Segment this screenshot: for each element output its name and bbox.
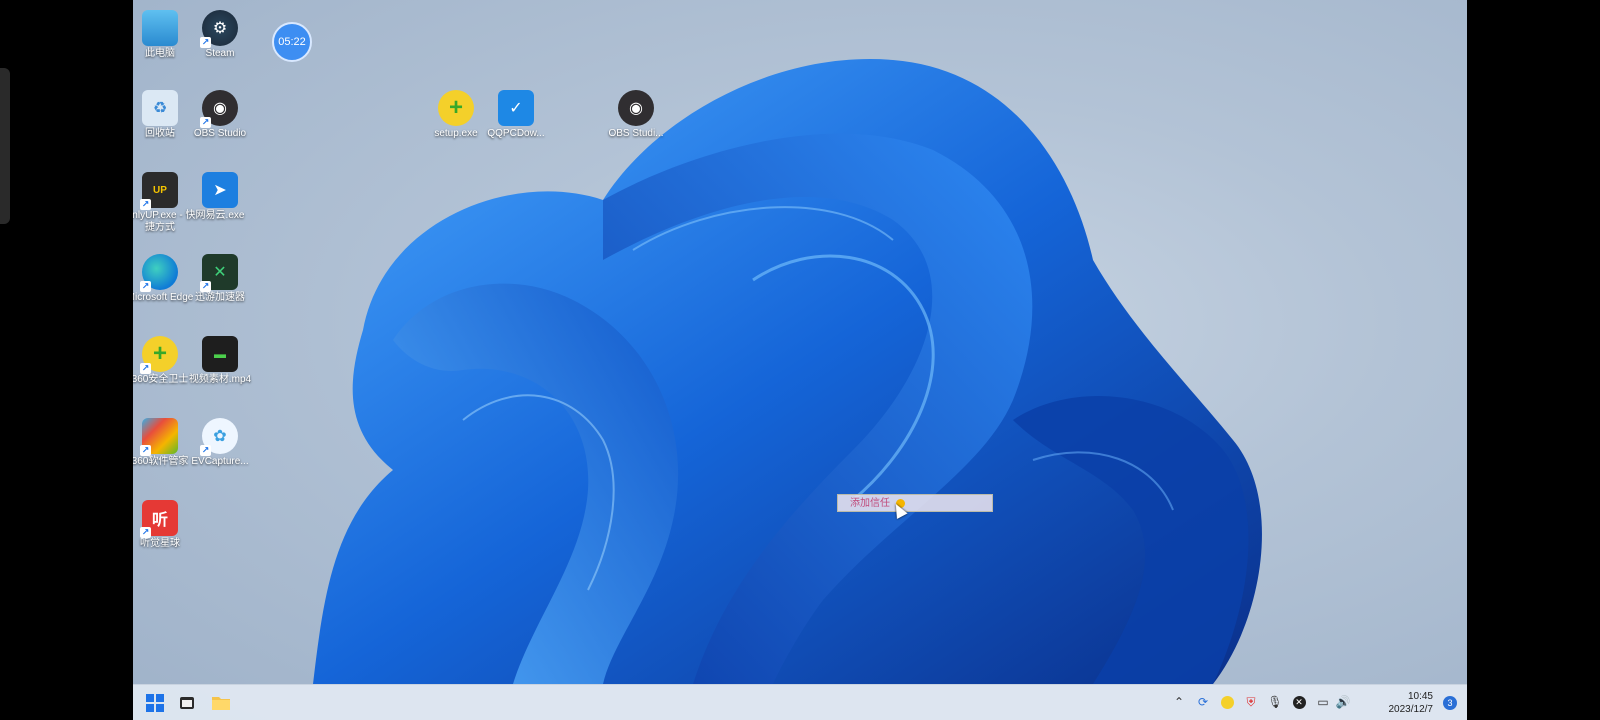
tray-time: 10:45 [1407, 691, 1433, 702]
desktop-icon-audio-app[interactable]: 听 ↗ 听觉星球 [133, 494, 197, 550]
evcapture-icon: ✿ ↗ [200, 418, 238, 456]
desktop-icon-obs[interactable]: ◉ ↗ OBS Studio [183, 84, 257, 140]
360-tray-icon[interactable] [1219, 694, 1235, 710]
chevron-up-icon[interactable]: ⌃ [1171, 694, 1187, 710]
desktop-icon-xunyou[interactable]: ✕ ↗ 迅游加速器 [183, 248, 257, 304]
tray-clock[interactable]: 10:45 2023/12/7 [1389, 690, 1434, 716]
360-guard-icon: + ↗ [140, 336, 178, 374]
desktop-icon-steam[interactable]: ⚙ ↗ Steam [183, 4, 257, 60]
taskbar: ⌃ ⟳ ⛨ 🎙 ✕ ▭ 🔊 10:45 2023/12/7 3 [133, 684, 1467, 720]
microphone-icon[interactable]: 🎙 [1267, 694, 1283, 710]
speaker-icon[interactable]: 🔊 [1335, 694, 1351, 710]
desktop-icon-obs-installer[interactable]: ◉ OBS Studi... [599, 84, 673, 140]
floating-clock-bubble[interactable]: 05:22 [272, 22, 312, 62]
desktop-icon-app-arrow[interactable]: ➤ 网易云.exe [183, 166, 257, 222]
360-softmgr-icon: ↗ [140, 418, 178, 456]
windows-start-icon[interactable] [143, 691, 167, 715]
computer-icon [142, 10, 178, 46]
video-file-icon: ▬ [202, 336, 238, 372]
xunyou-icon: ✕ ↗ [200, 254, 238, 292]
network-icon[interactable]: ▭ [1315, 694, 1331, 710]
file-explorer-icon[interactable] [209, 691, 233, 715]
edge-icon: ↗ [140, 254, 178, 292]
terminal-icon[interactable] [175, 691, 199, 715]
obs-installer-icon: ◉ [618, 90, 654, 126]
onlyup-icon: UP ↗ [140, 172, 178, 210]
desktop-icon-evcapture[interactable]: ✿ ↗ EVCapture... [183, 412, 257, 468]
recycle-bin-icon: ♻ [142, 90, 178, 126]
device-side-handle [0, 68, 10, 224]
sync-icon[interactable]: ⟳ [1195, 694, 1211, 710]
add-trust-tooltip[interactable]: 添加信任 [837, 494, 993, 512]
tray-date: 2023/12/7 [1388, 704, 1434, 715]
bloom-wallpaper [313, 59, 1262, 684]
steam-icon: ⚙ ↗ [200, 10, 238, 48]
desktop-icon-video-file[interactable]: ▬ 视频素材.mp4 [183, 330, 257, 386]
setup-icon: + [438, 90, 474, 126]
tooltip-text: 添加信任 [850, 498, 890, 509]
qqpc-icon: ✓ [498, 90, 534, 126]
app-arrow-icon: ➤ [202, 172, 238, 208]
desktop-icon-qqpc[interactable]: ✓ QQPCDow... [479, 84, 553, 140]
desktop-screen: 05:22 此电脑 ♻ 回收站 UP↗ OnlyUP.exe - 快捷方式 ↗ … [133, 0, 1467, 720]
obs-icon: ◉ ↗ [200, 90, 238, 128]
close-circle-icon[interactable]: ✕ [1291, 694, 1307, 710]
notification-badge[interactable]: 3 [1443, 696, 1457, 710]
shield-tray-icon[interactable]: ⛨ [1243, 694, 1259, 710]
audio-app-icon: 听 ↗ [140, 500, 178, 538]
